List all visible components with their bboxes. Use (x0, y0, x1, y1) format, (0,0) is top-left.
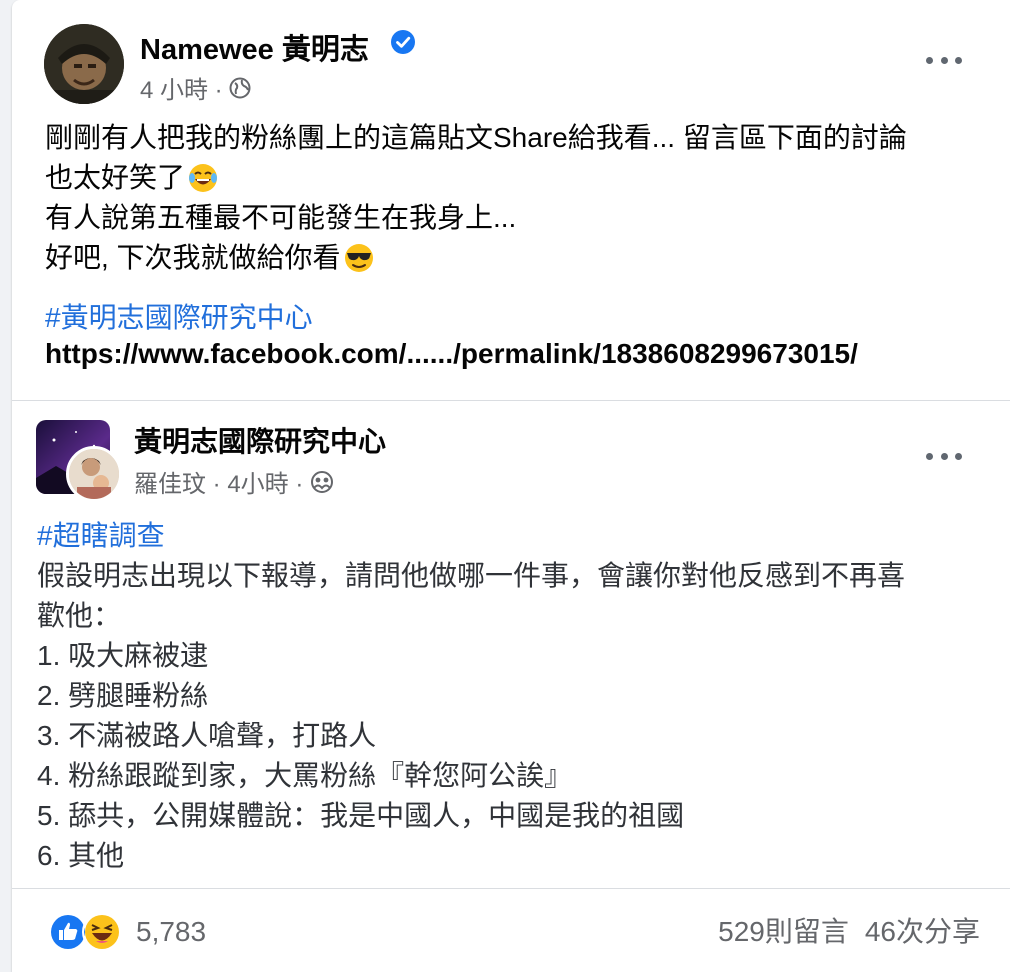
shared-author-avatar[interactable] (66, 446, 122, 502)
author-avatar[interactable] (44, 24, 124, 104)
poll-option: 2. 劈腿睡粉絲 (37, 680, 209, 711)
post-text-line-with-emoji: 也太好笑了 (45, 158, 995, 198)
shared-post-more-options-icon[interactable] (924, 444, 964, 468)
permalink-url[interactable]: https://www.facebook.com/....../permalin… (45, 338, 858, 370)
shared-post-divider (12, 400, 1010, 401)
poll-option: 3. 不滿被路人嗆聲，打路人 (37, 720, 377, 751)
reaction-icons[interactable] (48, 912, 122, 952)
group-privacy-icon (311, 470, 334, 493)
verified-badge-icon (391, 30, 415, 54)
shared-post-meta: 羅佳玟 · 4小時 · (134, 464, 335, 499)
group-name[interactable]: 黃明志國際研究中心 (134, 420, 386, 460)
post-text: 剛剛有人把我的粉絲團上的這篇貼文Share給我看... 留言區下面的討論 也太好… (45, 118, 995, 278)
poll-option: 6. 其他 (37, 840, 125, 871)
post-text-line-with-emoji: 好吧, 下次我就做給你看 (45, 238, 995, 278)
author-name[interactable]: Namewee 黃明志 (140, 26, 369, 68)
poll-option: 5. 舔共，公開媒體說：我是中國人，中國是我的祖國 (37, 800, 685, 831)
more-options-icon[interactable] (924, 48, 964, 72)
poll-option: 1. 吸大麻被逮 (37, 640, 209, 671)
post-card: Namewee 黃明志 4 小時 · 剛剛有人把我的粉絲團上的這篇貼文Share… (12, 0, 1010, 972)
sunglasses-emoji-icon (344, 244, 373, 272)
shared-post-author-time[interactable]: 羅佳玟 · 4小時 · (134, 464, 303, 499)
reaction-count[interactable]: 5,783 (136, 912, 206, 952)
poll-option: 4. 粉絲跟蹤到家，大罵粉絲『幹您阿公誒』 (37, 760, 573, 791)
shared-text-line: 假設明志出現以下報導，請問他做哪一件事，會讓你對他反感到不再喜 (37, 560, 906, 591)
hashtag-link[interactable]: #黃明志國際研究中心 (45, 296, 313, 336)
comment-count[interactable]: 529則留言 (718, 916, 849, 947)
haha-reaction-icon (82, 912, 122, 952)
globe-icon (229, 77, 251, 98)
tears-of-joy-emoji-icon (189, 164, 218, 192)
engagement-stats: 529則留言 46次分享 (718, 912, 980, 952)
post-text-line: 有人說第五種最不可能發生在我身上... (45, 202, 517, 233)
post-meta: 4 小時 · (140, 70, 251, 105)
shared-post-text: #超瞎調查 假設明志出現以下報導，請問他做哪一件事，會讓你對他反感到不再喜 歡他… (37, 516, 997, 876)
footer-divider (12, 888, 1010, 889)
share-count[interactable]: 46次分享 (865, 916, 980, 947)
shared-text-line: 歡他： (37, 600, 122, 631)
post-text-line: 剛剛有人把我的粉絲團上的這篇貼文Share給我看... 留言區下面的討論 (45, 122, 907, 153)
post-timestamp[interactable]: 4 小時 · (140, 70, 223, 105)
shared-hashtag-link[interactable]: #超瞎調查 (37, 516, 997, 556)
